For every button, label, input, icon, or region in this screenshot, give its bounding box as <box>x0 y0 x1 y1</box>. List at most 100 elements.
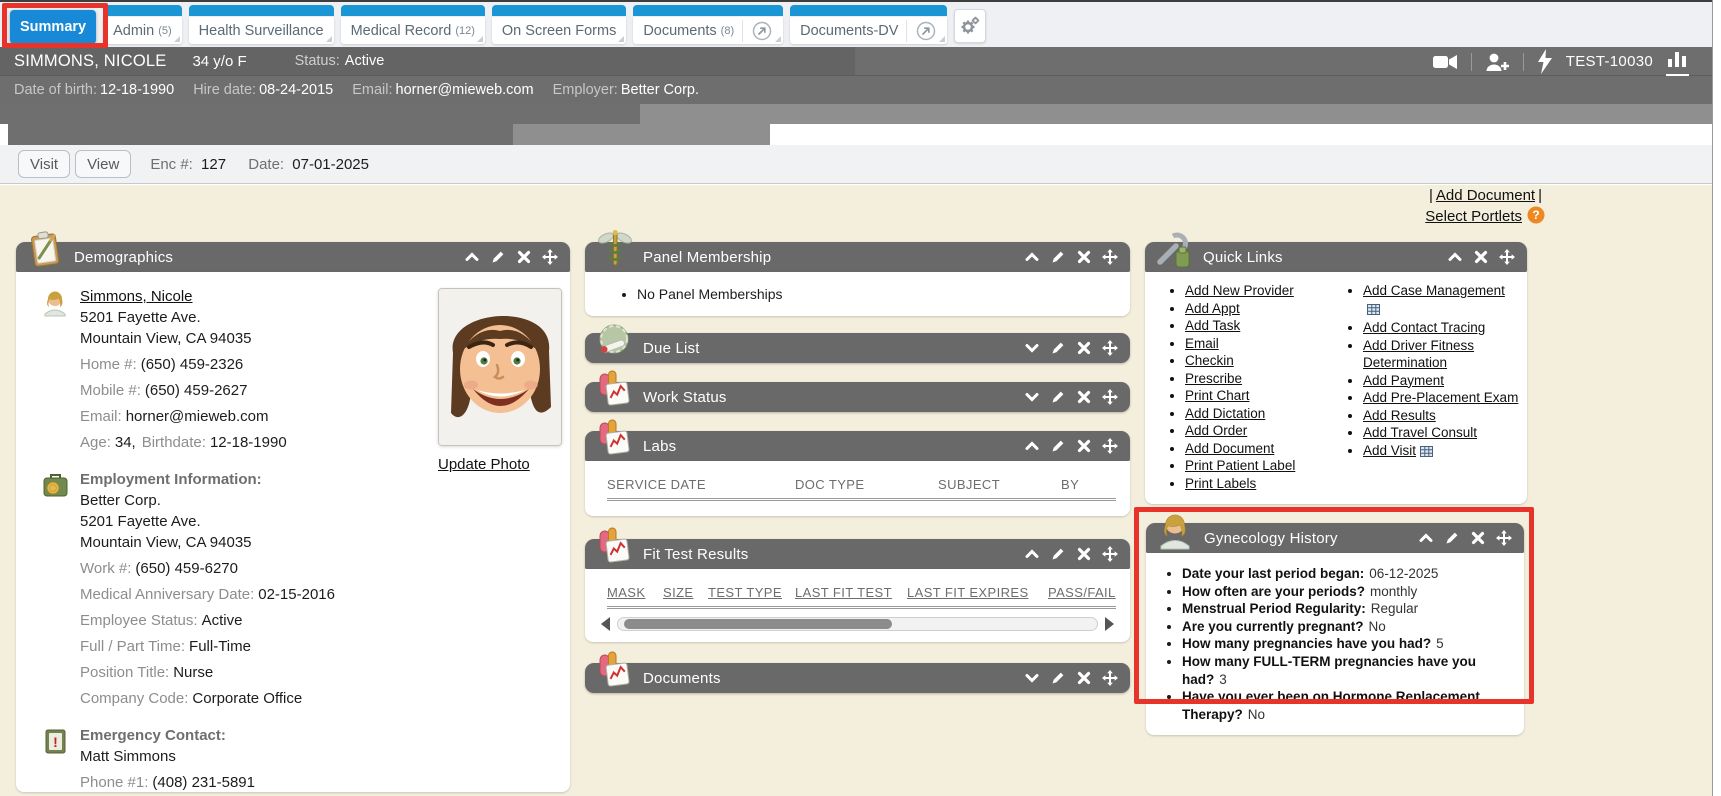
quick-link[interactable]: Add Contact Tracing <box>1363 320 1485 335</box>
quick-link[interactable]: Add Appt <box>1185 301 1240 316</box>
update-photo-link[interactable]: Update Photo <box>438 454 530 475</box>
popout-icon[interactable] <box>906 20 937 42</box>
close-icon[interactable] <box>1076 249 1092 265</box>
quick-link[interactable]: Add Dictation <box>1185 406 1265 421</box>
tab-health-surveillance[interactable]: Health Surveillance <box>189 5 334 44</box>
collapse-icon[interactable] <box>1024 249 1040 265</box>
add-document-link[interactable]: Add Document <box>1436 187 1535 204</box>
edit-pencil-icon[interactable] <box>1050 546 1066 562</box>
labs-column-header[interactable]: DOC TYPE <box>795 477 938 492</box>
scrollbar-thumb[interactable] <box>624 619 892 629</box>
collapse-icon[interactable] <box>1024 438 1040 454</box>
quick-link[interactable]: Add Driver Fitness Determination <box>1363 338 1474 371</box>
quick-links-header[interactable]: Quick Links <box>1145 242 1527 272</box>
quick-link[interactable]: Print Patient Label <box>1185 458 1295 473</box>
quick-link[interactable]: Print Chart <box>1185 388 1250 403</box>
add-person-icon[interactable] <box>1485 50 1510 74</box>
quick-link[interactable]: Add Travel Consult <box>1363 425 1477 440</box>
edit-pencil-icon[interactable] <box>1050 389 1066 405</box>
labs-column-header[interactable]: SUBJECT <box>938 477 1061 492</box>
quick-link[interactable]: Add Order <box>1185 423 1247 438</box>
tab-admin[interactable]: Admin (5) <box>103 5 182 44</box>
close-icon[interactable] <box>1473 249 1489 265</box>
quick-link[interactable]: Add Document <box>1185 441 1274 456</box>
quick-link[interactable]: Add New Provider <box>1185 283 1294 298</box>
close-icon[interactable] <box>1076 340 1092 356</box>
patient-name-link[interactable]: Simmons, Nicole <box>80 288 193 305</box>
move-icon[interactable] <box>1102 249 1118 265</box>
lightning-bolt-icon[interactable] <box>1537 49 1553 75</box>
scroll-right-arrow[interactable] <box>1105 617 1114 631</box>
close-icon[interactable] <box>1076 389 1092 405</box>
quick-link[interactable]: Add Payment <box>1363 373 1444 388</box>
close-icon[interactable] <box>1076 670 1092 686</box>
video-camera-icon[interactable] <box>1432 50 1458 74</box>
edit-pencil-icon[interactable] <box>490 249 506 265</box>
visit-button[interactable]: Visit <box>18 150 70 178</box>
move-icon[interactable] <box>1102 670 1118 686</box>
labs-column-header[interactable]: SERVICE DATE <box>607 477 795 492</box>
panel-membership-header[interactable]: Panel Membership <box>585 242 1130 272</box>
quick-link[interactable]: Prescribe <box>1185 371 1242 386</box>
quick-link[interactable]: Add Results <box>1363 408 1436 423</box>
quick-link[interactable]: Print Labels <box>1185 476 1256 491</box>
fit-test-header[interactable]: Fit Test Results <box>585 539 1130 569</box>
move-icon[interactable] <box>1102 389 1118 405</box>
quick-link[interactable]: Add Pre-Placement Exam <box>1363 390 1518 405</box>
move-icon[interactable] <box>542 249 558 265</box>
gynecology-header[interactable]: Gynecology History <box>1146 523 1524 553</box>
collapse-icon[interactable] <box>1447 249 1463 265</box>
move-icon[interactable] <box>1102 340 1118 356</box>
quick-link[interactable]: Checkin <box>1185 353 1234 368</box>
tab-documents[interactable]: Documents (8) <box>633 5 783 44</box>
move-icon[interactable] <box>1499 249 1515 265</box>
labs-header[interactable]: Labs <box>585 431 1130 461</box>
due-list-header[interactable]: Due List <box>585 333 1130 363</box>
edit-pencil-icon[interactable] <box>1050 340 1066 356</box>
close-icon[interactable] <box>1076 546 1092 562</box>
quick-link[interactable]: Email <box>1185 336 1219 351</box>
edit-pencil-icon[interactable] <box>1050 438 1066 454</box>
move-icon[interactable] <box>1102 438 1118 454</box>
collapse-icon[interactable] <box>464 249 480 265</box>
tab-summary[interactable]: Summary <box>10 10 96 44</box>
fit-test-column-header[interactable]: PASS/FAIL <box>1048 585 1116 600</box>
close-icon[interactable] <box>1470 530 1486 546</box>
demographics-header[interactable]: Demographics <box>16 242 570 272</box>
help-icon[interactable]: ? <box>1527 206 1545 230</box>
work-status-header[interactable]: Work Status <box>585 382 1130 412</box>
fit-test-horizontal-scrollbar[interactable] <box>601 617 1114 631</box>
fit-test-column-header[interactable]: TEST TYPE <box>708 585 795 600</box>
select-portlets-link[interactable]: Select Portlets <box>1425 208 1522 225</box>
edit-pencil-icon[interactable] <box>1444 530 1460 546</box>
documents-header[interactable]: Documents <box>585 663 1130 693</box>
scrollbar-track[interactable] <box>617 617 1098 631</box>
quick-link[interactable]: Add Case Management <box>1363 283 1505 298</box>
edit-pencil-icon[interactable] <box>1050 249 1066 265</box>
fit-test-column-header[interactable]: LAST FIT EXPIRES <box>907 585 1048 600</box>
tab-on-screen-forms[interactable]: On Screen Forms <box>492 5 626 44</box>
move-icon[interactable] <box>1102 546 1118 562</box>
tab-medical-record[interactable]: Medical Record (12) <box>341 5 485 44</box>
view-button[interactable]: View <box>75 150 131 178</box>
fit-test-column-header[interactable]: MASK <box>607 585 663 600</box>
close-icon[interactable] <box>1076 438 1092 454</box>
collapse-icon[interactable] <box>1418 530 1434 546</box>
banner-scroll-bar[interactable] <box>8 124 770 145</box>
fit-test-column-header[interactable]: LAST FIT TEST <box>795 585 907 600</box>
move-icon[interactable] <box>1496 530 1512 546</box>
collapse-icon[interactable] <box>1024 546 1040 562</box>
expand-icon[interactable] <box>1024 340 1040 356</box>
labs-column-header[interactable]: BY <box>1061 477 1079 492</box>
tab-settings-button[interactable] <box>954 9 986 43</box>
banner-scroll-thumb[interactable] <box>8 124 513 145</box>
expand-icon[interactable] <box>1024 670 1040 686</box>
fit-test-column-header[interactable]: SIZE <box>663 585 708 600</box>
expand-icon[interactable] <box>1024 389 1040 405</box>
quick-link[interactable]: Add Visit <box>1363 443 1416 458</box>
flowsheet-chart-icon[interactable] <box>1666 48 1689 76</box>
tab-documents-dv[interactable]: Documents-DV <box>790 5 947 44</box>
scroll-left-arrow[interactable] <box>601 617 610 631</box>
quick-link[interactable]: Add Task <box>1185 318 1240 333</box>
edit-pencil-icon[interactable] <box>1050 670 1066 686</box>
